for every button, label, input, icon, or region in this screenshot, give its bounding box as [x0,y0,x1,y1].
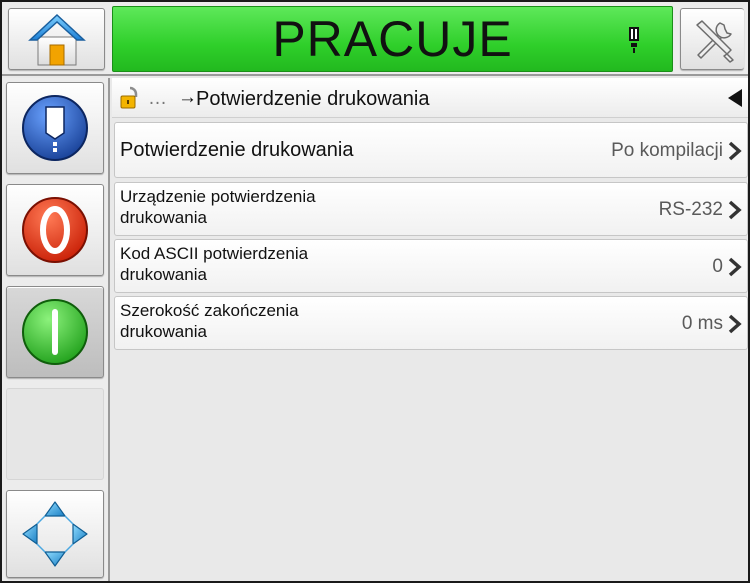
chevron-right-icon [728,314,742,334]
printhead-icon [629,27,639,53]
chevron-right-icon [728,141,742,161]
start-button[interactable] [6,286,104,378]
setting-row-confirmation-device[interactable]: Urządzenie potwierdzenia drukowania RS-2… [114,182,748,236]
setting-label-line1: Szerokość zakończenia [120,301,299,320]
breadcrumb: … → Potwierdzenie drukowania [112,78,748,118]
info-button[interactable] [6,82,104,174]
start-icon [22,299,88,365]
side-bar [2,78,110,581]
setting-label: Urządzenie potwierdzenia drukowania [120,186,400,228]
breadcrumb-title: Potwierdzenie drukowania [196,88,430,110]
stop-button[interactable] [6,184,104,276]
setting-value: 0 ms [681,313,723,334]
navigation-arrows-icon [22,501,88,567]
setting-label: Szerokość zakończenia drukowania [120,300,400,342]
setting-label-line1: Urządzenie potwierdzenia [120,187,316,206]
breadcrumb-arrow: → [178,87,197,108]
back-arrow-icon[interactable] [728,89,742,107]
home-button[interactable] [8,8,105,70]
chevron-right-icon [728,257,742,277]
setting-label: Kod ASCII potwierdzenia drukowania [120,243,400,285]
top-bar: PRACUJE [2,2,748,76]
setting-row-print-confirmation[interactable]: Potwierdzenie drukowania Po kompilacji [114,122,748,178]
setting-row-end-width[interactable]: Szerokość zakończenia drukowania 0 ms [114,296,748,350]
app-window: PRACUJE … → Potwierdzenie drukowania Pot… [0,0,750,583]
breadcrumb-ellipsis[interactable]: … [148,88,167,110]
navigate-button[interactable] [6,490,104,578]
message-icon [22,95,88,161]
setting-label-line1: Kod ASCII potwierdzenia [120,244,309,263]
status-bar[interactable]: PRACUJE [112,6,673,72]
setting-value: RS-232 [658,199,723,220]
setting-value: Po kompilacji [611,140,723,161]
home-icon [28,13,86,66]
empty-slot [6,388,104,480]
chevron-right-icon [728,200,742,220]
padlock-icon [120,86,138,109]
tools-button[interactable] [680,8,744,70]
tools-icon [696,20,734,63]
setting-label-line2: drukowania [120,265,207,284]
setting-row-ascii-code[interactable]: Kod ASCII potwierdzenia drukowania 0 [114,239,748,293]
main-panel: … → Potwierdzenie drukowania Potwierdzen… [112,78,748,581]
status-text: PRACUJE [272,11,513,67]
setting-label-line2: drukowania [120,322,207,341]
setting-label: Potwierdzenie drukowania [120,139,354,161]
stop-icon [22,197,88,263]
setting-label-line2: drukowania [120,208,207,227]
setting-value: 0 [712,256,723,277]
